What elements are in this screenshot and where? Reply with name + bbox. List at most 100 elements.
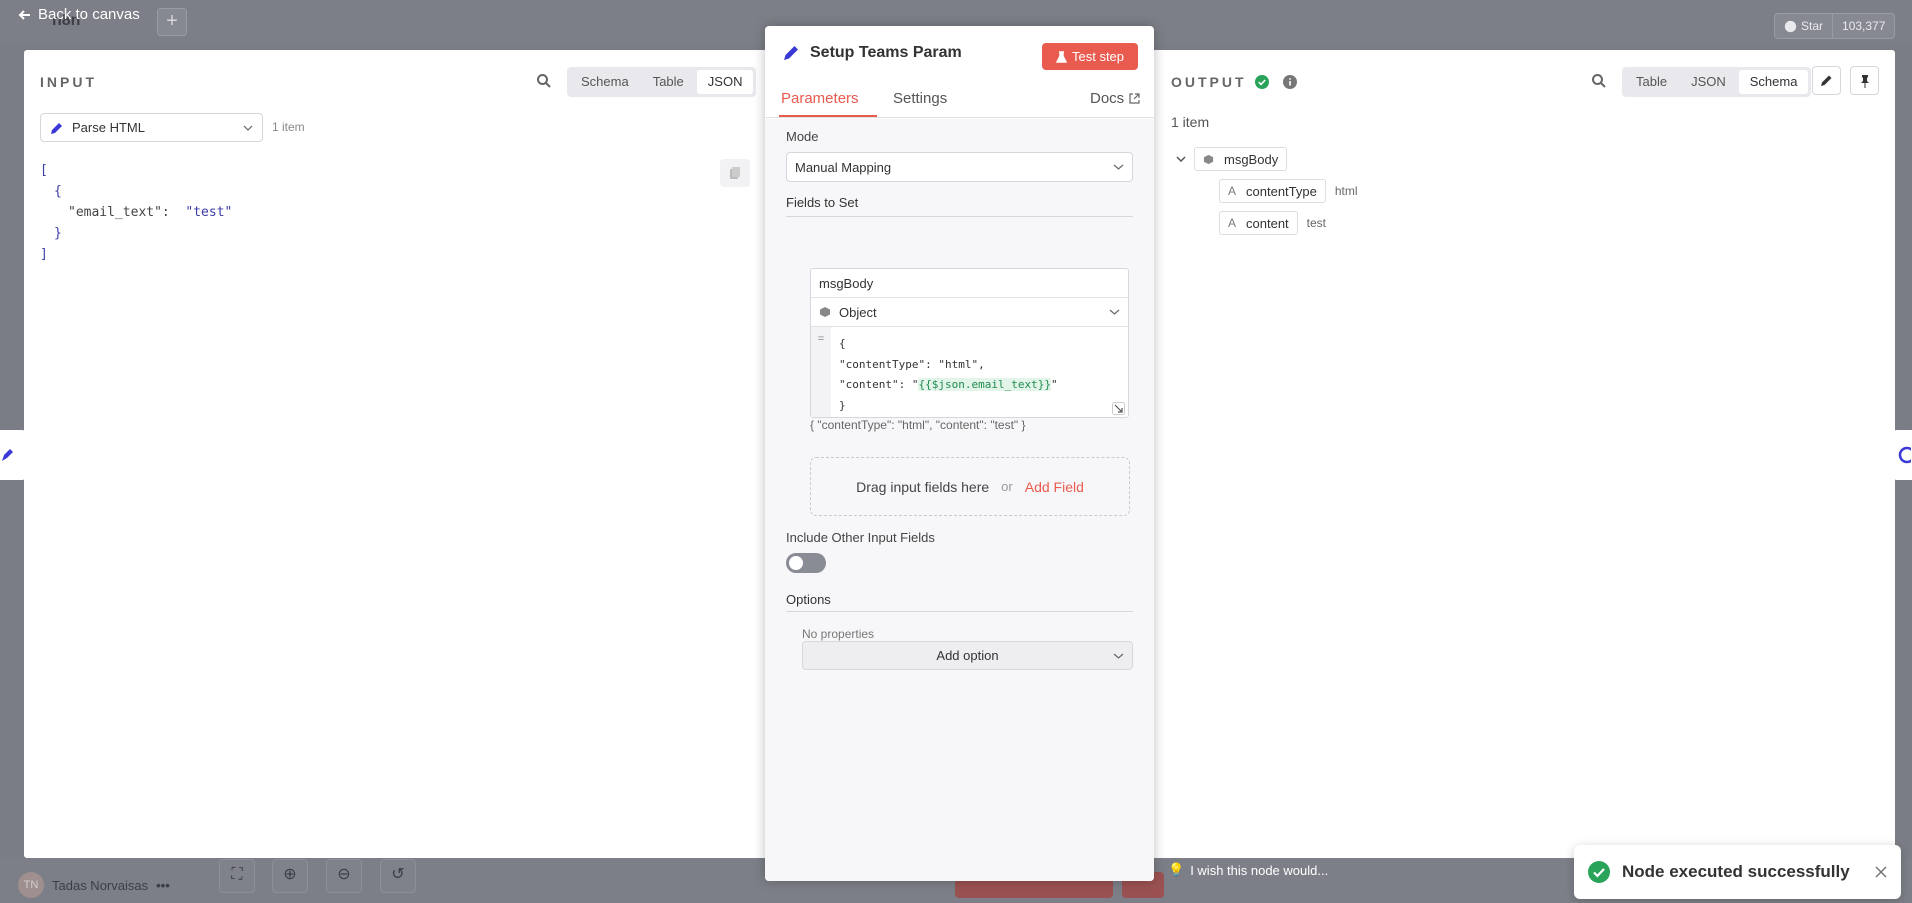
edit-output-button[interactable] [1812, 66, 1841, 95]
more-icon[interactable]: ••• [156, 878, 170, 893]
code-line: "contentType": "html", [839, 357, 985, 371]
mode-select[interactable]: Manual Mapping [786, 152, 1133, 182]
input-panel-title: INPUT [40, 74, 97, 90]
no-properties-text: No properties [802, 627, 875, 641]
output-tab-table[interactable]: Table [1625, 70, 1678, 94]
github-star-label: Star [1801, 19, 1824, 33]
next-node-tab[interactable] [1893, 430, 1912, 480]
expand-editor-icon[interactable] [1112, 402, 1125, 415]
arrow-left-icon [18, 9, 30, 20]
github-icon [1784, 20, 1797, 32]
schema-key: contentType [1246, 183, 1317, 199]
node-title: Setup Teams Param [782, 44, 962, 62]
info-icon[interactable] [1282, 75, 1297, 89]
json-key[interactable]: "email_text": [68, 205, 170, 220]
field-value-preview: { "contentType": "html", "content": "tes… [810, 418, 1026, 432]
include-other-fields-toggle[interactable] [786, 553, 826, 573]
zoom-out-button[interactable]: ⊖ [326, 859, 362, 893]
code-line: } [839, 398, 846, 412]
pencil-icon [2, 449, 13, 461]
field-value-editor[interactable]: = {"contentType": "html", "content": "{{$… [811, 327, 1128, 417]
json-open-brace: { [54, 184, 62, 199]
pencil-icon [1821, 75, 1832, 86]
check-circle-icon [1254, 75, 1269, 89]
add-field-link[interactable]: Add Field [1025, 479, 1084, 495]
search-icon[interactable] [536, 73, 552, 89]
globe-icon [1898, 446, 1912, 464]
schema-root-row[interactable]: msgBody [1176, 147, 1288, 171]
toast-message: Node executed successfully [1622, 862, 1850, 881]
input-tab-schema[interactable]: Schema [570, 70, 640, 94]
add-node-button[interactable]: + [157, 8, 187, 36]
output-item-count: 1 item [1171, 114, 1210, 130]
previous-node-tab[interactable] [0, 430, 26, 480]
output-view-tabs: Table JSON Schema [1622, 67, 1812, 97]
add-option-button[interactable]: Add option [802, 641, 1133, 670]
input-json-view: [ { "email_text": "test" } ] [40, 160, 232, 265]
back-to-canvas-link[interactable]: Back to canvas [18, 6, 140, 23]
json-open-bracket: [ [40, 163, 48, 178]
drop-zone-text: Drag input fields here [856, 478, 990, 495]
mode-label: Mode [786, 129, 819, 144]
input-node-select[interactable]: Parse HTML [40, 113, 263, 142]
cube-icon [1203, 154, 1214, 164]
tab-parameters[interactable]: Parameters [781, 90, 859, 107]
zoom-in-button[interactable]: ⊕ [272, 859, 308, 893]
fit-view-button[interactable]: ⛶ [219, 859, 255, 893]
search-icon[interactable] [1591, 73, 1607, 89]
toggle-knob [789, 556, 803, 570]
output-panel-title: OUTPUT [1171, 74, 1247, 90]
output-panel-header: OUTPUT [1171, 74, 1297, 90]
tab-settings[interactable]: Settings [893, 90, 947, 107]
github-star-count: 103,377 [1832, 14, 1894, 38]
test-step-button[interactable]: Test step [1042, 43, 1138, 70]
success-toast: Node executed successfully [1574, 845, 1901, 899]
external-link-icon [1129, 93, 1140, 104]
add-option-label: Add option [936, 648, 999, 663]
close-icon[interactable] [1875, 866, 1887, 878]
pencil-icon [51, 122, 62, 134]
json-value[interactable]: "test" [185, 205, 232, 220]
chevron-down-icon [1113, 653, 1124, 659]
schema-pill[interactable]: A contentType [1219, 179, 1326, 203]
check-circle-icon [1588, 861, 1610, 883]
chevron-down-icon [1109, 309, 1120, 315]
options-label: Options [786, 592, 831, 607]
reset-zoom-button[interactable]: ↺ [380, 859, 416, 893]
schema-pill[interactable]: msgBody [1194, 147, 1288, 171]
tab-docs[interactable]: Docs [1090, 90, 1140, 107]
schema-field-row[interactable]: A content test [1219, 211, 1326, 235]
user-menu[interactable]: TN Tadas Norvaisas ••• [18, 872, 170, 898]
node-title-text[interactable]: Setup Teams Param [810, 44, 962, 62]
node-feedback-link[interactable]: 💡 I wish this node would... [1168, 862, 1328, 878]
avatar: TN [18, 872, 44, 898]
field-name-input[interactable]: msgBody [811, 269, 1128, 298]
input-tab-table[interactable]: Table [642, 70, 695, 94]
test-step-label: Test step [1071, 49, 1125, 64]
fields-divider [786, 216, 1133, 217]
input-tab-json[interactable]: JSON [696, 70, 754, 94]
chevron-down-icon [1113, 164, 1124, 170]
output-tab-schema[interactable]: Schema [1738, 70, 1809, 94]
drop-zone[interactable]: Drag input fields here or Add Field [810, 457, 1130, 516]
pencil-icon [784, 46, 798, 60]
tab-docs-label: Docs [1090, 90, 1125, 107]
pin-output-button[interactable] [1850, 66, 1879, 95]
node-parameters-panel: Setup Teams Param Test step Parameters S… [765, 26, 1154, 881]
schema-pill[interactable]: A content [1219, 211, 1298, 235]
output-tab-json[interactable]: JSON [1680, 70, 1737, 94]
copy-icon [730, 167, 740, 179]
schema-root-key: msgBody [1224, 151, 1279, 167]
schema-field-row[interactable]: A contentType html [1219, 179, 1358, 203]
parameters-body: Mode Manual Mapping Fields to Set msgBod… [765, 119, 1154, 881]
copy-button[interactable] [720, 159, 750, 187]
field-type-select[interactable]: Object [811, 298, 1128, 327]
schema-value: html [1334, 184, 1358, 198]
code-text: "content": " [839, 378, 919, 391]
expression-token[interactable]: {{$json.email_text}} [918, 378, 1051, 391]
user-name: Tadas Norvaisas [52, 877, 149, 893]
input-item-count: 1 item [272, 120, 305, 134]
string-type-icon: A [1228, 184, 1237, 198]
github-star-button[interactable]: Star 103,377 [1774, 13, 1896, 39]
json-entry: "email_text": "test" [40, 202, 232, 223]
